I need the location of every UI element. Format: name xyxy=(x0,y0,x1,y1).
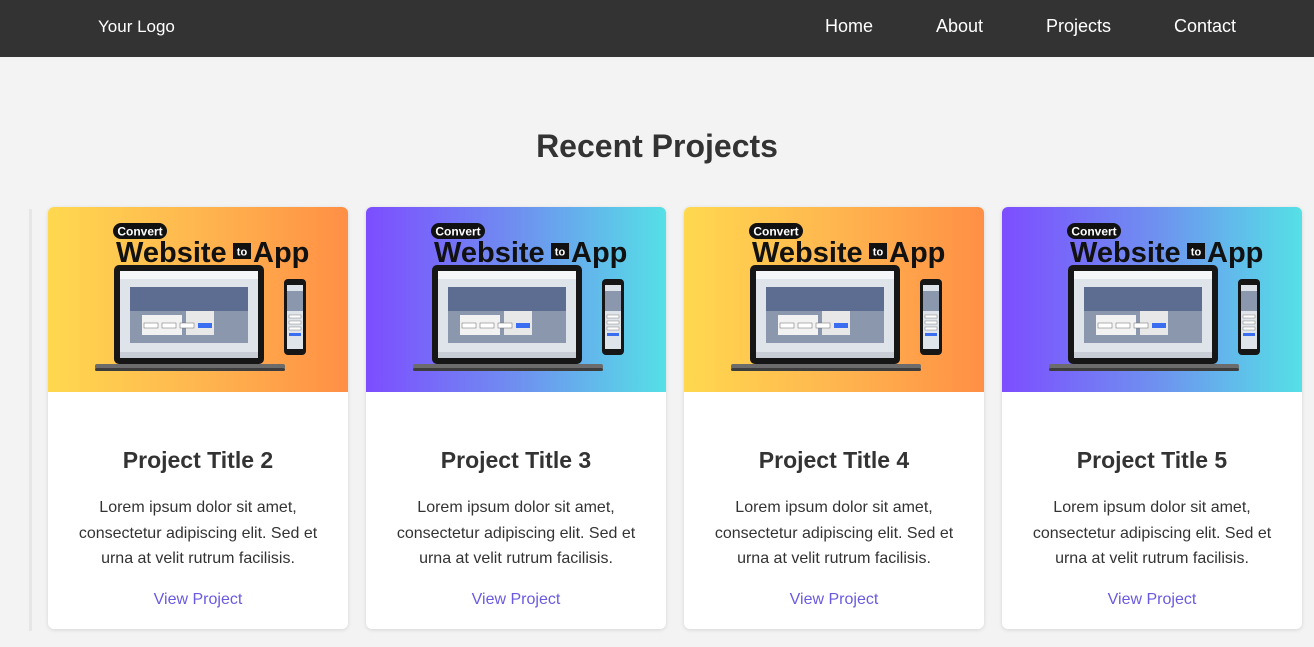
project-title: Project Title 4 xyxy=(758,447,910,473)
svg-text:to: to xyxy=(1191,247,1202,259)
project-description: Lorem ipsum dolor sit amet, consectetur … xyxy=(1032,499,1272,567)
svg-text:Website: Website xyxy=(434,237,545,269)
svg-text:Website: Website xyxy=(116,237,227,269)
project-card: Convert Website to App xyxy=(366,207,666,629)
project-description: Lorem ipsum dolor sit amet, consectetur … xyxy=(78,499,318,567)
previous-card-edge xyxy=(29,209,32,631)
laptop-phone-mockup-icon: Convert Website to App xyxy=(731,223,945,371)
project-card: Convert Website to App xyxy=(48,207,348,629)
section-title: Recent Projects xyxy=(536,128,778,164)
project-thumbnail: Convert Website to App xyxy=(366,207,666,392)
project-thumbnail: Convert Website to App xyxy=(1002,207,1302,392)
project-card: Convert Website to App xyxy=(1002,207,1302,629)
project-thumbnail: Convert Website to App xyxy=(48,207,348,392)
svg-text:App: App xyxy=(571,237,627,269)
view-project-link[interactable]: View Project xyxy=(48,591,348,609)
svg-text:to: to xyxy=(555,247,566,259)
project-thumbnail: Convert Website to App xyxy=(684,207,984,392)
project-description: Lorem ipsum dolor sit amet, consectetur … xyxy=(396,499,636,567)
header-bar: Your Logo Home About Projects Contact xyxy=(0,0,1314,57)
laptop-phone-mockup-icon: Convert Website to App xyxy=(413,223,627,371)
nav-about-link[interactable]: About xyxy=(936,16,983,37)
laptop-phone-mockup-icon: Convert Website to App xyxy=(1049,223,1263,371)
project-description: Lorem ipsum dolor sit amet, consectetur … xyxy=(714,499,954,567)
view-project-link[interactable]: View Project xyxy=(366,591,666,609)
project-title: Project Title 2 xyxy=(122,447,274,473)
logo[interactable]: Your Logo xyxy=(98,17,175,37)
nav-home-link[interactable]: Home xyxy=(825,16,873,37)
laptop-phone-mockup-icon: Convert Website to App xyxy=(95,223,309,371)
svg-text:Website: Website xyxy=(752,237,863,269)
svg-text:App: App xyxy=(889,237,945,269)
project-card: Convert Website to App xyxy=(684,207,984,629)
svg-text:App: App xyxy=(253,237,309,269)
project-title: Project Title 5 xyxy=(1076,447,1228,473)
svg-text:App: App xyxy=(1207,237,1263,269)
view-project-link[interactable]: View Project xyxy=(684,591,984,609)
nav-contact-link[interactable]: Contact xyxy=(1174,16,1236,37)
project-title: Project Title 3 xyxy=(440,447,592,473)
svg-text:Website: Website xyxy=(1070,237,1181,269)
nav-projects-link[interactable]: Projects xyxy=(1046,16,1111,37)
view-project-link[interactable]: View Project xyxy=(1002,591,1302,609)
svg-text:to: to xyxy=(873,247,884,259)
svg-text:to: to xyxy=(237,247,248,259)
